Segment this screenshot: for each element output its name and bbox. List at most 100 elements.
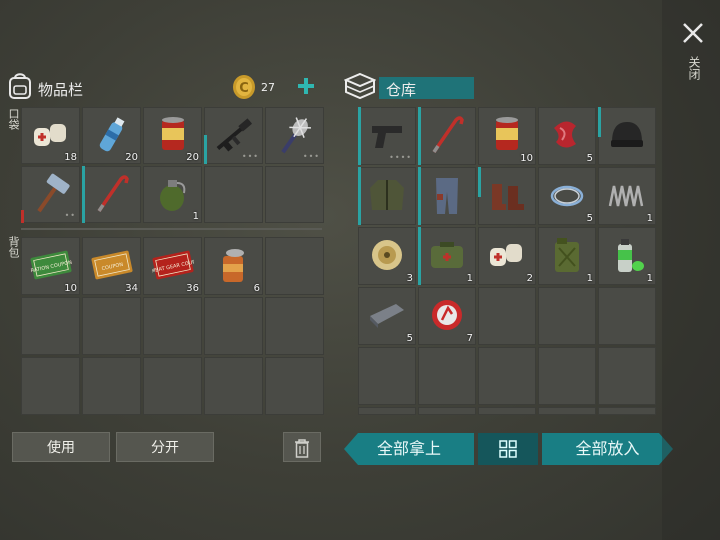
trash-icon <box>295 439 309 458</box>
durability-dots: ••• <box>302 152 320 161</box>
backpack-slot-coupon[interactable]: COUPON 34 <box>82 237 141 295</box>
item-count: 1 <box>646 273 653 284</box>
storage-slot-wire[interactable]: 5 <box>538 167 596 225</box>
storage-slot-boots[interactable] <box>478 167 536 225</box>
pocket-label: 口袋 <box>7 108 20 130</box>
storage-slot-jerrycan[interactable]: 1 <box>538 227 596 285</box>
crowbar-icon <box>432 116 464 153</box>
pocket-slot-water-bottle[interactable]: 20 <box>82 107 141 164</box>
pocket-slot-crowbar[interactable] <box>82 166 141 223</box>
storage-slot-bottle-cap[interactable]: 7 <box>418 287 476 345</box>
storage-slot-pants[interactable] <box>418 167 476 225</box>
storage-slot-empty[interactable] <box>538 287 596 345</box>
durability-bar <box>598 107 601 137</box>
jacket-icon <box>370 180 404 210</box>
durability-bar <box>418 107 421 165</box>
split-button[interactable]: 分开 <box>116 432 214 462</box>
take-all-button[interactable]: 全部拿上 <box>344 433 474 465</box>
pocket-slot-grenade[interactable]: 1 <box>143 166 202 223</box>
pants-icon <box>436 178 458 214</box>
grenade-icon <box>159 179 185 211</box>
backpack-slot-empty[interactable] <box>21 357 80 415</box>
side-strip <box>662 0 720 540</box>
backpack-slot-empty[interactable] <box>82 357 141 415</box>
backpack-slot-empty[interactable] <box>265 357 324 415</box>
pocket-slot-spiked-club[interactable]: ••• <box>265 107 324 164</box>
use-button[interactable]: 使用 <box>12 432 110 462</box>
storage-grid: •••• 10 5 5 1 3 1 2 1 1 5 7 <box>358 107 656 415</box>
backpack-slot-empty[interactable] <box>265 297 324 355</box>
item-count: 10 <box>520 153 533 164</box>
pocket-slot-canned-food[interactable]: 20 <box>143 107 202 164</box>
put-all-label: 全部放入 <box>575 439 640 458</box>
storage-box-icon <box>343 72 377 100</box>
close-button[interactable] <box>680 20 706 46</box>
durability-bar <box>418 167 421 225</box>
storage-slot-crowbar[interactable] <box>418 107 476 165</box>
backpack-slot-empty[interactable] <box>143 297 202 355</box>
storage-slot-metal-bar[interactable]: 5 <box>358 287 416 345</box>
backpack-slot-open-can[interactable]: 6 <box>204 237 263 295</box>
storage-slot-empty[interactable] <box>598 287 656 345</box>
storage-slot-pistol[interactable]: •••• <box>358 107 416 165</box>
spiked-club-icon <box>280 116 311 153</box>
storage-slot-empty[interactable] <box>538 347 596 405</box>
backpack-slot-empty[interactable] <box>21 297 80 355</box>
storage-slot-first-aid-bag[interactable]: 1 <box>418 227 476 285</box>
trash-button[interactable] <box>283 432 321 462</box>
durability-bar <box>358 167 361 225</box>
storage-slot-bandage[interactable]: 2 <box>478 227 536 285</box>
close-label: 关闭 <box>687 56 701 80</box>
item-count: 5 <box>586 213 593 224</box>
item-count: 20 <box>125 152 138 163</box>
storage-slot-spray-can[interactable]: 1 <box>598 227 656 285</box>
item-count: 1 <box>646 213 653 224</box>
put-all-button[interactable]: 全部放入 <box>542 433 673 465</box>
durability-bar <box>204 135 207 164</box>
pocket-slot-bandage[interactable]: 18 <box>21 107 80 164</box>
storage-slot-spring[interactable]: 1 <box>598 167 656 225</box>
backpack-slot-empty[interactable] <box>204 297 263 355</box>
backpack-slot-empty[interactable] <box>82 297 141 355</box>
open-can-icon <box>222 249 244 282</box>
grid-icon <box>499 440 517 458</box>
backpack-slot-ration-coupon[interactable]: RATION COUPON 10 <box>21 237 80 295</box>
pocket-slot-empty[interactable] <box>204 166 263 223</box>
storage-slot-empty[interactable] <box>538 407 596 415</box>
storage-slot-beanie[interactable] <box>598 107 656 165</box>
pocket-grid: 18 20 20 ••• ••• •• 1 <box>21 107 324 223</box>
pocket-slot-rifle[interactable]: ••• <box>204 107 263 164</box>
backpack-slot-empty[interactable] <box>204 357 263 415</box>
spool-icon <box>372 240 402 270</box>
storage-slot-empty[interactable] <box>478 347 536 405</box>
durability-dots: •• <box>64 211 76 220</box>
backpack-icon <box>6 70 34 100</box>
item-count: 18 <box>64 152 77 163</box>
pocket-slot-empty[interactable] <box>265 166 324 223</box>
pocket-slot-sledgehammer[interactable]: •• <box>21 166 80 223</box>
storage-slot-raw-meat[interactable]: 5 <box>538 107 596 165</box>
storage-slot-empty[interactable] <box>598 407 656 415</box>
divider <box>21 228 322 230</box>
item-count: 20 <box>186 152 199 163</box>
storage-slot-empty[interactable] <box>418 407 476 415</box>
storage-slot-spool[interactable]: 3 <box>358 227 416 285</box>
item-count: 36 <box>186 283 199 294</box>
sort-button[interactable] <box>478 433 538 465</box>
storage-slot-empty[interactable] <box>358 407 416 415</box>
durability-bar <box>478 167 481 197</box>
backpack-slot-empty[interactable] <box>143 357 202 415</box>
add-coins-button[interactable] <box>295 75 317 97</box>
storage-slot-canned-food[interactable]: 10 <box>478 107 536 165</box>
coin-count: 27 <box>261 81 275 94</box>
spring-icon <box>608 185 644 207</box>
storage-slot-empty[interactable] <box>358 347 416 405</box>
storage-slot-jacket[interactable] <box>358 167 416 225</box>
storage-slot-empty[interactable] <box>478 287 536 345</box>
storage-slot-empty[interactable] <box>418 347 476 405</box>
storage-slot-empty[interactable] <box>478 407 536 415</box>
backpack-slot-empty[interactable] <box>265 237 324 295</box>
storage-slot-empty[interactable] <box>598 347 656 405</box>
backpack-slot-combat-gear-coupon[interactable]: COMBAT GEAR COUPON 36 <box>143 237 202 295</box>
backpack-grid: RATION COUPON 10 COUPON 34 COMBAT GEAR COUPO… <box>21 237 324 415</box>
